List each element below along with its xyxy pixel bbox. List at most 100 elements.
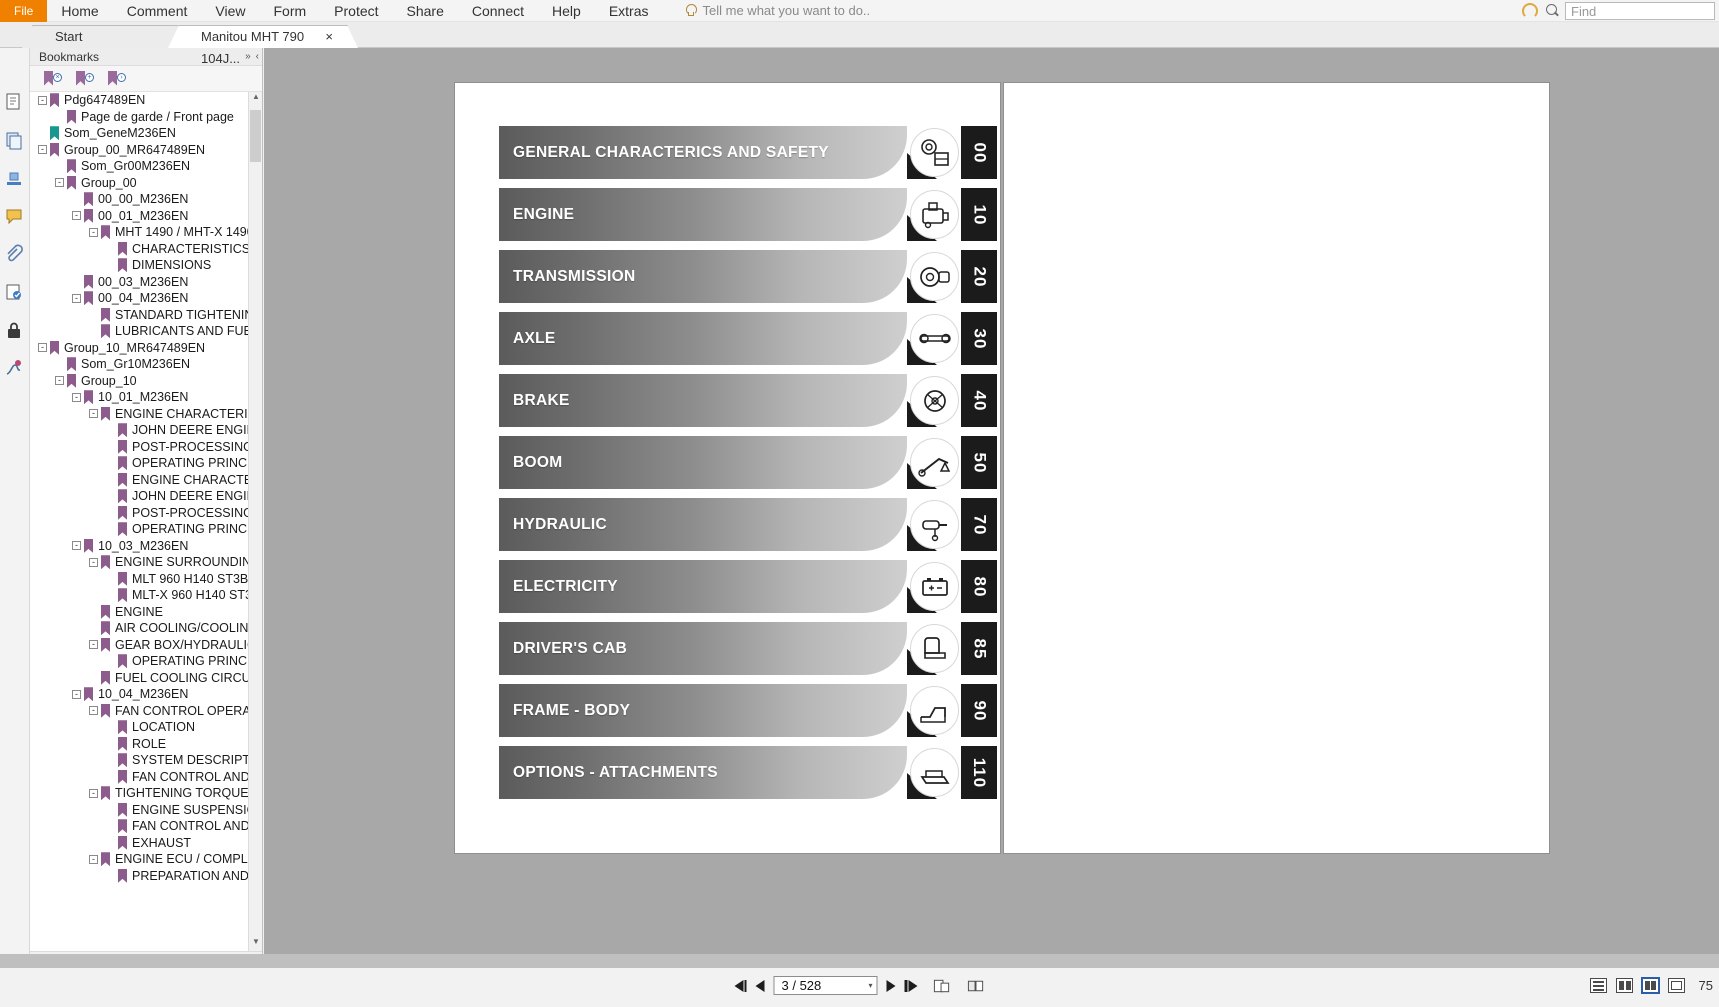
bookmark-row[interactable]: MLT 960 H140 ST3B — [30, 571, 248, 588]
bookmark-row[interactable]: FAN CONTROL AND A — [30, 818, 248, 835]
tab-document[interactable]: Manitou MHT 790 104J... × — [168, 25, 358, 66]
bookmark-row[interactable]: MLT-X 960 H140 ST3 — [30, 587, 248, 604]
bookmark-row[interactable]: - FAN CONTROL OPERATI — [30, 703, 248, 720]
chapter-item[interactable]: TRANSMISSION 20 — [499, 250, 997, 303]
bookmark-expander-icon[interactable]: - — [55, 376, 64, 386]
single-page-mode-icon[interactable] — [1589, 978, 1607, 993]
scroll-up-icon[interactable]: ▲ — [249, 92, 262, 106]
bookmark-row[interactable]: OPERATING PRINCIP — [30, 653, 248, 670]
bookmark-expander-icon[interactable]: - — [55, 178, 64, 188]
bookmark-expander-icon[interactable]: - — [38, 343, 47, 353]
bookmark-row[interactable]: LUBRICANTS AND FUEL — [30, 323, 248, 340]
bookmark-row[interactable]: - GEAR BOX/HYDRAULIC — [30, 637, 248, 654]
find-input[interactable]: Find — [1565, 1, 1715, 20]
next-page-icon[interactable] — [886, 979, 896, 992]
expand-panel-icon[interactable]: ‹ — [250, 51, 259, 62]
document-viewport[interactable]: GENERAL CHARACTERICS AND SAFETY 00 ENGINE 1… — [264, 48, 1719, 967]
chapter-item[interactable]: DRIVER'S CAB 85 — [499, 622, 997, 675]
chevron-down-icon[interactable]: ▾ — [868, 981, 872, 990]
close-icon[interactable]: × — [325, 26, 333, 48]
fit-width-icon[interactable] — [966, 978, 985, 994]
menu-item-help[interactable]: Help — [538, 0, 595, 22]
bookmark-row[interactable]: Som_Gr00M236EN — [30, 158, 248, 175]
bookmark-row[interactable]: POST-PROCESSING ( — [30, 439, 248, 456]
bookmark-expander-icon[interactable]: - — [72, 293, 81, 303]
bookmark-row[interactable]: ENGINE CHARACTERI — [30, 472, 248, 489]
bookmark-expander-icon[interactable]: - — [72, 689, 81, 699]
attachments-icon[interactable] — [4, 244, 25, 265]
bookmark-row[interactable]: - 00_01_M236EN — [30, 208, 248, 225]
bookmark-row[interactable]: - MHT 1490 / MHT-X 1490 — [30, 224, 248, 241]
page-number-input[interactable]: 3 / 528 ▾ — [773, 976, 878, 995]
bookmark-expander-icon[interactable]: - — [72, 541, 81, 551]
bookmark-row[interactable]: - Group_10_MR647489EN — [30, 340, 248, 357]
bookmark-expander-icon[interactable]: - — [89, 557, 98, 567]
bookmark-row[interactable]: - 10_01_M236EN — [30, 389, 248, 406]
menu-item-comment[interactable]: Comment — [113, 0, 202, 22]
bookmark-row[interactable]: POST-PROCESSING ( — [30, 505, 248, 522]
bookmark-row[interactable]: EXHAUST — [30, 835, 248, 852]
bookmark-row[interactable]: - ENGINE CHARACTERIST — [30, 406, 248, 423]
bookmark-row[interactable]: OPERATING PRINCIP — [30, 521, 248, 538]
bookmark-row[interactable]: - 10_03_M236EN — [30, 538, 248, 555]
menu-item-form[interactable]: Form — [259, 0, 320, 22]
bookmark-row[interactable]: CHARACTERISTICS — [30, 241, 248, 258]
menu-item-share[interactable]: Share — [393, 0, 458, 22]
bookmark-row[interactable]: ENGINE — [30, 604, 248, 621]
bookmark-expander-icon[interactable]: - — [89, 788, 98, 798]
bookmark-expander-icon[interactable]: - — [89, 409, 98, 419]
bookmark-expander-icon[interactable]: - — [89, 640, 98, 650]
bookmark-expander-icon[interactable]: - — [38, 95, 47, 105]
scroll-down-icon[interactable]: ▼ — [249, 937, 262, 951]
bookmarks-vertical-scrollbar[interactable]: ▲ ▼ — [248, 92, 262, 951]
delete-bookmark-icon[interactable]: × — [44, 70, 62, 87]
last-page-icon[interactable] — [904, 979, 917, 992]
menu-item-home[interactable]: Home — [47, 0, 112, 22]
bookmark-row[interactable]: SYSTEM DESCRIPTIC — [30, 752, 248, 769]
continuous-mode-icon[interactable] — [1615, 978, 1633, 993]
bookmark-expander-icon[interactable]: - — [72, 211, 81, 221]
security-lock-icon[interactable] — [4, 320, 25, 341]
bookmark-row[interactable]: - TIGHTENING TORQUE — [30, 785, 248, 802]
bookmark-row[interactable]: ENGINE SUSPENSION — [30, 802, 248, 819]
chapter-item[interactable]: OPTIONS - ATTACHMENTS 110 — [499, 746, 997, 799]
digital-signature-icon[interactable] — [4, 358, 25, 379]
bookmark-row[interactable]: Som_GeneM236EN — [30, 125, 248, 142]
menu-item-protect[interactable]: Protect — [320, 0, 392, 22]
tab-start[interactable]: Start — [22, 25, 192, 48]
bookmark-expander-icon[interactable]: - — [89, 227, 98, 237]
previous-page-icon[interactable] — [755, 979, 765, 992]
bookmark-row[interactable]: Som_Gr10M236EN — [30, 356, 248, 373]
search-icon[interactable] — [1544, 3, 1559, 18]
bookmark-row[interactable]: ROLE — [30, 736, 248, 753]
tell-me-search[interactable]: Tell me what you want to do.. — [685, 3, 870, 18]
chapter-item[interactable]: ENGINE 10 — [499, 188, 997, 241]
scrollbar-thumb[interactable] — [250, 110, 261, 162]
signatures-icon[interactable] — [4, 282, 25, 303]
bookmark-expander-icon[interactable]: - — [38, 145, 47, 155]
bookmark-row[interactable]: - ENGINE SURROUNDINGS — [30, 554, 248, 571]
bookmark-row[interactable]: 00_00_M236EN — [30, 191, 248, 208]
bookmark-row[interactable]: Page de garde / Front page — [30, 109, 248, 126]
comments-icon[interactable] — [4, 206, 25, 227]
first-page-icon[interactable] — [734, 979, 747, 992]
bookmark-row[interactable]: LOCATION — [30, 719, 248, 736]
chapter-item[interactable]: HYDRAULIC 70 — [499, 498, 997, 551]
viewport-horizontal-scrollbar[interactable] — [0, 954, 1719, 968]
menu-item-connect[interactable]: Connect — [458, 0, 538, 22]
chapter-item[interactable]: AXLE 30 — [499, 312, 997, 365]
bookmark-row[interactable]: 00_03_M236EN — [30, 274, 248, 291]
chapter-item[interactable]: ELECTRICITY 80 — [499, 560, 997, 613]
layers-icon[interactable] — [4, 130, 25, 151]
bookmark-row[interactable]: - Pdg647489EN — [30, 92, 248, 109]
chapter-item[interactable]: GENERAL CHARACTERICS AND SAFETY 00 — [499, 126, 997, 179]
stamp-icon[interactable] — [4, 168, 25, 189]
bookmark-row[interactable]: DIMENSIONS — [30, 257, 248, 274]
facing-mode-icon[interactable] — [1641, 978, 1659, 993]
bookmark-row[interactable]: AIR COOLING/COOLING — [30, 620, 248, 637]
bookmark-row[interactable]: PREPARATION AND S — [30, 868, 248, 885]
chapter-item[interactable]: BOOM 50 — [499, 436, 997, 489]
bookmark-row[interactable]: JOHN DEERE ENGINE — [30, 488, 248, 505]
bookmark-expander-icon[interactable]: - — [72, 392, 81, 402]
menu-item-extras[interactable]: Extras — [595, 0, 663, 22]
